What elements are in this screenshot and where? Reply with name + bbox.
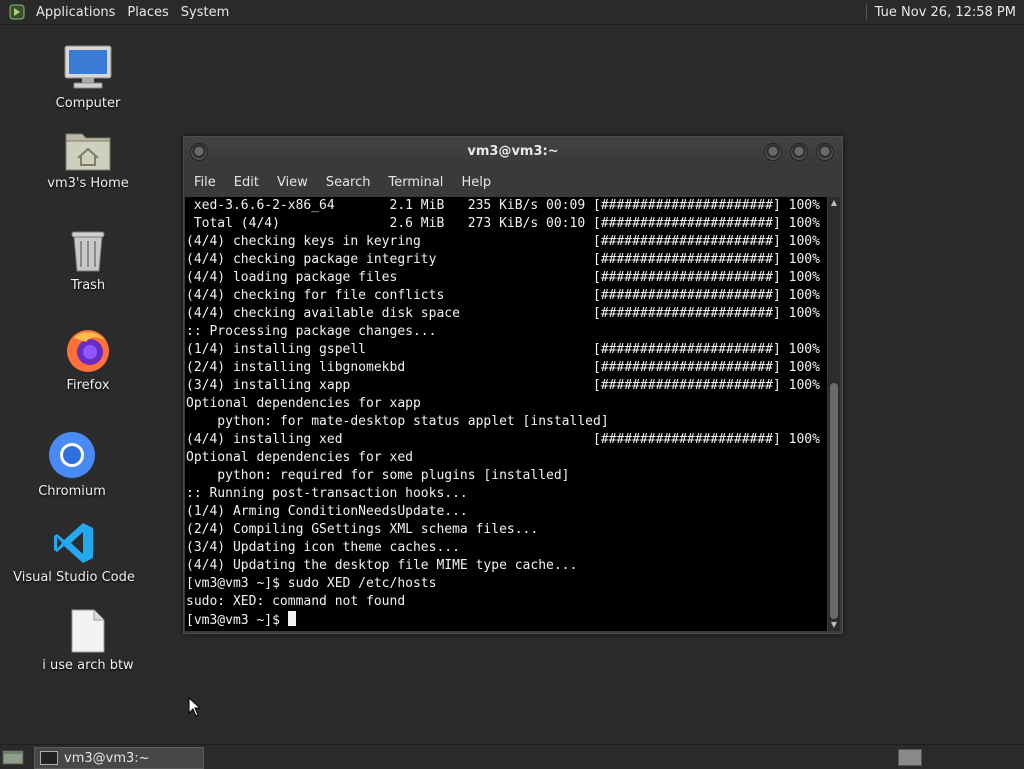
terminal-line: (3/4) Updating icon theme caches... [186,540,460,555]
menu-edit[interactable]: Edit [225,175,268,190]
menu-view[interactable]: View [268,175,317,190]
clock[interactable]: Tue Nov 26, 12:58 PM [875,5,1024,20]
desktop-icon-label: Computer [55,96,121,111]
terminal-line: :: Running post-transaction hooks... [186,486,468,501]
desktop-icon-vscode[interactable]: Visual Studio Code [4,520,144,585]
bottom-panel: vm3@vm3:~ [0,744,1024,769]
terminal-line: Optional dependencies for xapp [186,396,421,411]
terminal-prompt: [vm3@vm3 ~]$ [186,613,288,628]
top-panel: Applications Places System Tue Nov 26, 1… [0,0,1024,25]
terminal-line: [vm3@vm3 ~]$ sudo XED /etc/hosts [186,576,437,591]
desktop-icon-computer[interactable]: Computer [18,44,158,111]
applications-menu[interactable]: Applications [30,5,121,20]
terminal-line: (2/4) installing libgnomekbd [##########… [186,360,820,375]
terminal-line: (4/4) checking package integrity [######… [186,252,820,267]
terminal-menubar: File Edit View Search Terminal Help [184,167,842,197]
terminal-line: (4/4) loading package files [###########… [186,270,820,285]
window-title: vm3@vm3:~ [467,144,559,159]
menu-logo-icon[interactable] [8,3,26,21]
terminal-line: (4/4) checking for file conflicts [#####… [186,288,820,303]
terminal-line: (3/4) installing xapp [#################… [186,378,820,393]
desktop-icon-chromium[interactable]: Chromium [2,430,142,499]
taskbar-terminal-button[interactable]: vm3@vm3:~ [34,747,204,769]
desktop-icon-label: Trash [70,278,106,293]
window-titlebar[interactable]: vm3@vm3:~ [184,137,842,167]
system-menu[interactable]: System [175,5,235,20]
scroll-up-arrow-icon[interactable]: ▲ [828,197,840,209]
maximize-button[interactable] [790,143,808,161]
show-desktop-icon[interactable] [2,748,24,766]
terminal-output[interactable]: xed-3.6.6-2-x86_64 2.1 MiB 235 KiB/s 00:… [185,197,827,631]
terminal-line: Optional dependencies for xed [186,450,413,465]
desktop-icon-label: Firefox [66,378,110,393]
text-file-icon [71,609,105,653]
menu-search[interactable]: Search [317,175,380,190]
scroll-down-arrow-icon[interactable]: ▼ [828,619,840,631]
terminal-line: xed-3.6.6-2-x86_64 2.1 MiB 235 KiB/s 00:… [186,198,820,213]
desktop-icon-trash[interactable]: Trash [18,228,158,293]
terminal-window[interactable]: vm3@vm3:~ File Edit View Search Terminal… [183,136,843,634]
trash-icon [71,231,105,272]
text-cursor [287,611,296,626]
terminal-line: (2/4) Compiling GSettings XML schema fil… [186,522,539,537]
mouse-pointer-icon [188,697,202,717]
desktop-icon-label: i use arch btw [42,658,134,673]
chromium-icon [49,432,95,478]
desktop-icon-label: vm3's Home [47,176,129,191]
panel-separator [865,4,869,20]
minimize-button[interactable] [764,143,782,161]
desktop-icon-text-file[interactable]: i use arch btw [18,608,158,673]
menu-file[interactable]: File [184,175,225,190]
terminal-line: (4/4) Updating the desktop file MIME typ… [186,558,578,573]
workspace-switcher[interactable] [898,749,922,766]
terminal-scrollbar[interactable]: ▲ ▼ [828,197,840,631]
menu-terminal[interactable]: Terminal [379,175,452,190]
taskbar-button-label: vm3@vm3:~ [64,750,150,766]
terminal-prompt-line[interactable]: [vm3@vm3 ~]$ [185,611,827,629]
terminal-line: python: for mate-desktop status applet [… [186,414,609,429]
vscode-icon [54,523,93,563]
terminal-line: :: Processing package changes... [186,324,437,339]
firefox-icon [67,330,109,372]
desktop-icon-firefox[interactable]: Firefox [18,326,158,393]
terminal-line: Total (4/4) 2.6 MiB 273 KiB/s 00:10 [###… [186,216,820,231]
menu-help[interactable]: Help [452,175,500,190]
close-button[interactable] [816,143,834,161]
places-menu[interactable]: Places [121,5,174,20]
scrollbar-thumb[interactable] [830,383,838,619]
terminal-line: sudo: XED: command not found [186,594,406,609]
terminal-line: python: required for some plugins [insta… [186,468,570,483]
terminal-line: (4/4) checking available disk space [###… [186,306,820,321]
desktop-icon-label: Chromium [38,484,106,499]
computer-icon [64,45,112,89]
terminal-line: (4/4) installing xed [##################… [186,432,820,447]
terminal-icon [40,751,58,765]
home-folder-icon [65,133,111,171]
desktop-icon-home[interactable]: vm3's Home [18,128,158,191]
terminal-line: (4/4) checking keys in keyring [########… [186,234,820,249]
terminal-line: (1/4) Arming ConditionNeedsUpdate... [186,504,468,519]
terminal-line: (1/4) installing gspell [###############… [186,342,820,357]
desktop-icon-label: Visual Studio Code [13,570,135,585]
